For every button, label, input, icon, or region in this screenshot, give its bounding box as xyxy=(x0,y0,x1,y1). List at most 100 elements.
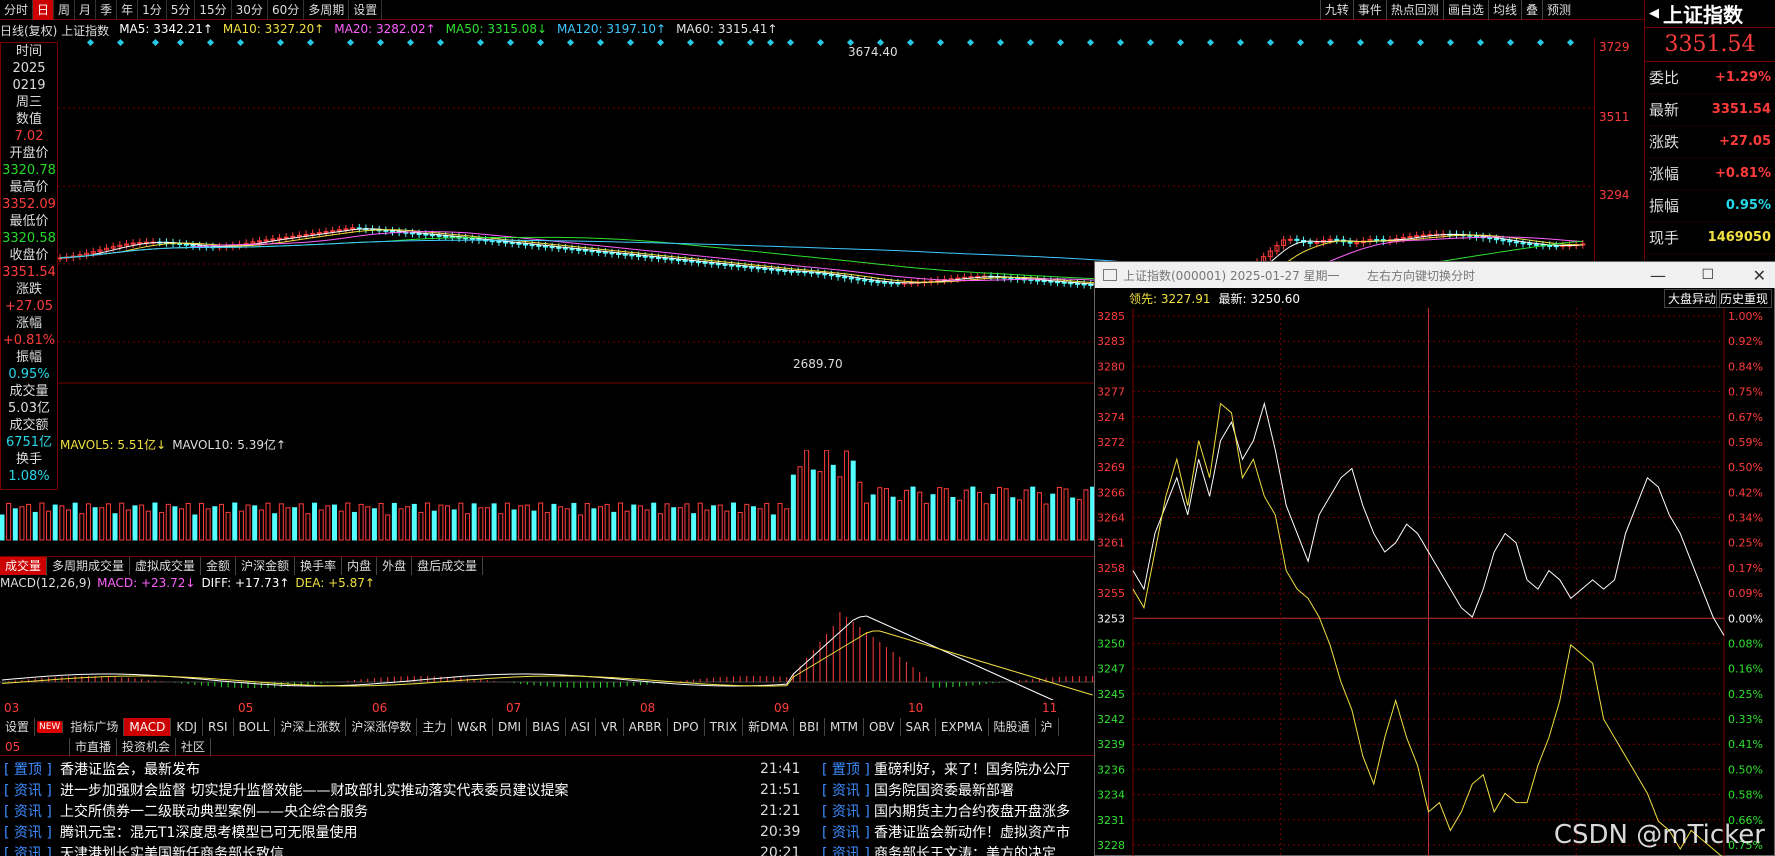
news-title[interactable]: 香港证监会新动作！虚拟资产市 xyxy=(874,822,1070,842)
popup-right-tick: 0.75% xyxy=(1728,386,1763,399)
volume-tab-3[interactable]: 金额 xyxy=(201,556,237,575)
news-item[interactable]: [ 资讯 ] 上交所债券一二级联动典型案例——央企综合服务 21:21[ 资讯 ] 国… xyxy=(0,800,1094,821)
indicator-tab-6[interactable]: BOLL xyxy=(234,718,276,736)
indicator-tab-17[interactable]: TRIX xyxy=(705,718,744,736)
volume-bar xyxy=(817,471,823,541)
tool-button-3[interactable]: 画自选 xyxy=(1442,0,1488,20)
indicator-tab-20[interactable]: MTM xyxy=(825,718,864,736)
news-item[interactable]: [ 资讯 ] 腾讯元宝：混元T1深度思考模型已可无限量使用 20:39[ 资讯 ] 香… xyxy=(0,821,1094,842)
tool-button-6[interactable]: 预测 xyxy=(1541,0,1575,20)
indicator-tab-14[interactable]: VR xyxy=(596,718,624,736)
history-replay-button[interactable]: 历史重现 xyxy=(1715,288,1772,308)
news-title[interactable]: 国务院国资委最新部署 xyxy=(874,780,1014,800)
info-label-7: 收盘价 xyxy=(9,248,49,263)
indicator-tab-13[interactable]: ASI xyxy=(566,718,597,736)
indicator-tab-18[interactable]: 新DMA xyxy=(743,718,794,736)
indicator-tab-1[interactable]: NEW xyxy=(37,721,64,733)
panel-back-icon[interactable]: ◀ xyxy=(1645,6,1663,21)
indicator-tab-21[interactable]: OBV xyxy=(864,718,901,736)
news-item[interactable]: [ 资讯 ] 天津港划长实美国新任商务部长致信 20:21 [ 资讯 ] 商务部长王文涛… xyxy=(0,842,1094,856)
news-title[interactable]: 天津港划长实美国新任商务部长致信 xyxy=(60,843,760,856)
news-tab-3[interactable]: 社区 xyxy=(176,737,212,756)
tool-button-2[interactable]: 热点回测 xyxy=(1385,0,1443,20)
news-tab-1[interactable]: 市直播 xyxy=(70,737,118,756)
indicator-tab-7[interactable]: 沪深上涨数 xyxy=(275,718,347,736)
signal-marker xyxy=(1356,38,1365,47)
indicator-tab-0[interactable]: 设置 xyxy=(0,718,36,736)
indicator-tab-2[interactable]: 指标广场 xyxy=(65,718,125,736)
candle xyxy=(1294,238,1300,241)
indicator-tab-4[interactable]: KDJ xyxy=(171,718,203,736)
news-item[interactable]: [ 置顶 ] 香港证监会，最新发布 21:41[ 置顶 ] 重磅利好，来了！国务院办公… xyxy=(0,758,1094,779)
volume-bar xyxy=(238,510,244,541)
indicator-tab-9[interactable]: 主力 xyxy=(417,718,453,736)
period-tab-1[interactable]: 日 xyxy=(33,0,55,20)
volume-bar xyxy=(864,502,869,541)
indicator-tab-12[interactable]: BIAS xyxy=(527,718,566,736)
indicator-tab-3[interactable]: MACD xyxy=(124,718,172,736)
intraday-chart[interactable]: 3285 1.00% 3283 0.92% 3280 0.84% 3277 0.75% 3274… xyxy=(1095,308,1775,856)
cursor-info-panel: 时间 2025 0219 周三 数值 7.02 开盘价 3320.78 最高价 3352.09 最低… xyxy=(0,42,58,490)
tool-button-5[interactable]: 叠 xyxy=(1520,0,1542,20)
candle xyxy=(516,242,522,245)
news-title[interactable]: 腾讯元宝：混元T1深度思考模型已可无限量使用 xyxy=(60,822,760,842)
period-tab-9[interactable]: 30分 xyxy=(232,0,268,20)
tool-button-0[interactable]: 九转 xyxy=(1319,0,1353,20)
period-tab-8[interactable]: 15分 xyxy=(195,0,232,20)
period-tab-3[interactable]: 月 xyxy=(75,0,97,20)
tool-button-1[interactable]: 事件 xyxy=(1352,0,1386,20)
volume-tab-1[interactable]: 多周期成交量 xyxy=(47,556,131,575)
news-tab-0[interactable]: 05 xyxy=(0,737,70,756)
indicator-tab-15[interactable]: ARBR xyxy=(624,718,668,736)
volume-tabs: 成交量 多周期成交量 虚拟成交量 金额 沪深金额 换手率 内盘 外盘 盘后成交量 xyxy=(0,556,1094,575)
news-title[interactable]: 香港证监会，最新发布 xyxy=(60,759,760,779)
volume-tab-8[interactable]: 盘后成交量 xyxy=(412,556,484,575)
period-tab-7[interactable]: 5分 xyxy=(167,0,196,20)
volume-tab-6[interactable]: 内盘 xyxy=(342,556,378,575)
watermark: CSDN @mTicker xyxy=(1553,820,1765,850)
period-tab-0[interactable]: 分时 xyxy=(0,0,34,20)
news-title[interactable]: 国内期货主力合约夜盘开盘涨多 xyxy=(874,801,1070,821)
volume-tab-7[interactable]: 外盘 xyxy=(377,556,413,575)
popup-left-tick: 3285 xyxy=(1097,310,1125,323)
minimize-icon[interactable]: — xyxy=(1650,266,1666,285)
indicator-tab-11[interactable]: DMI xyxy=(493,718,528,736)
close-icon[interactable]: ✕ xyxy=(1753,266,1766,285)
volume-tab-5[interactable]: 换手率 xyxy=(295,556,343,575)
volume-tab-2[interactable]: 虚拟成交量 xyxy=(130,556,202,575)
volume-bar xyxy=(770,514,776,541)
news-tab-2[interactable]: 投资机会 xyxy=(117,737,177,756)
news-title[interactable]: 重磅利好，来了！国务院办公厅 xyxy=(874,759,1070,779)
volume-tab-4[interactable]: 沪深金额 xyxy=(236,556,296,575)
indicator-tab-24[interactable]: 陆股通 xyxy=(989,718,1036,736)
market-alert-button[interactable]: 大盘异动 xyxy=(1663,288,1720,308)
period-tab-6[interactable]: 1分 xyxy=(138,0,167,20)
news-title[interactable]: 进一步加强财会监督 切实提升监督效能——财政部扎实推动落实代表委员建议提案 xyxy=(60,780,760,800)
tool-button-4[interactable]: 均线 xyxy=(1487,0,1521,20)
news-item[interactable]: [ 资讯 ] 进一步加强财会监督 切实提升监督效能——财政部扎实推动落实代表委员建… xyxy=(0,779,1094,800)
popup-right-tick: 0.41% xyxy=(1728,738,1763,751)
period-tab-4[interactable]: 季 xyxy=(96,0,118,20)
period-tab-11[interactable]: 多周期 xyxy=(304,0,350,20)
indicator-tab-23[interactable]: EXPMA xyxy=(936,718,989,736)
period-tab-5[interactable]: 年 xyxy=(117,0,139,20)
period-tab-2[interactable]: 周 xyxy=(54,0,76,20)
signal-marker xyxy=(276,38,285,47)
volume-bar xyxy=(664,503,670,541)
indicator-tab-25[interactable]: 沪 xyxy=(1036,718,1059,736)
indicator-tab-8[interactable]: 沪深涨停数 xyxy=(346,718,418,736)
indicator-tab-22[interactable]: SAR xyxy=(901,718,936,736)
news-title[interactable]: 上交所债券一二级联动典型案例——央企综合服务 xyxy=(60,801,760,821)
maximize-icon[interactable]: ☐ xyxy=(1701,267,1714,283)
news-title[interactable]: 商务部长王文涛：美方的决定 xyxy=(874,843,1056,856)
signal-marker xyxy=(906,38,915,47)
period-tab-10[interactable]: 60分 xyxy=(268,0,305,20)
candle xyxy=(1547,244,1553,247)
indicator-tab-10[interactable]: W&R xyxy=(452,718,493,736)
volume-tab-0[interactable]: 成交量 xyxy=(0,556,48,575)
indicator-tab-19[interactable]: BBI xyxy=(794,718,825,736)
indicator-tab-16[interactable]: DPO xyxy=(668,718,705,736)
quote-panel: ◀ 上证指数 3351.54 委比 +1.29% 最新 3351.54 涨跌 +27.05… xyxy=(1644,0,1775,260)
indicator-tab-5[interactable]: RSI xyxy=(203,718,234,736)
period-tab-12[interactable]: 设置 xyxy=(349,0,383,20)
